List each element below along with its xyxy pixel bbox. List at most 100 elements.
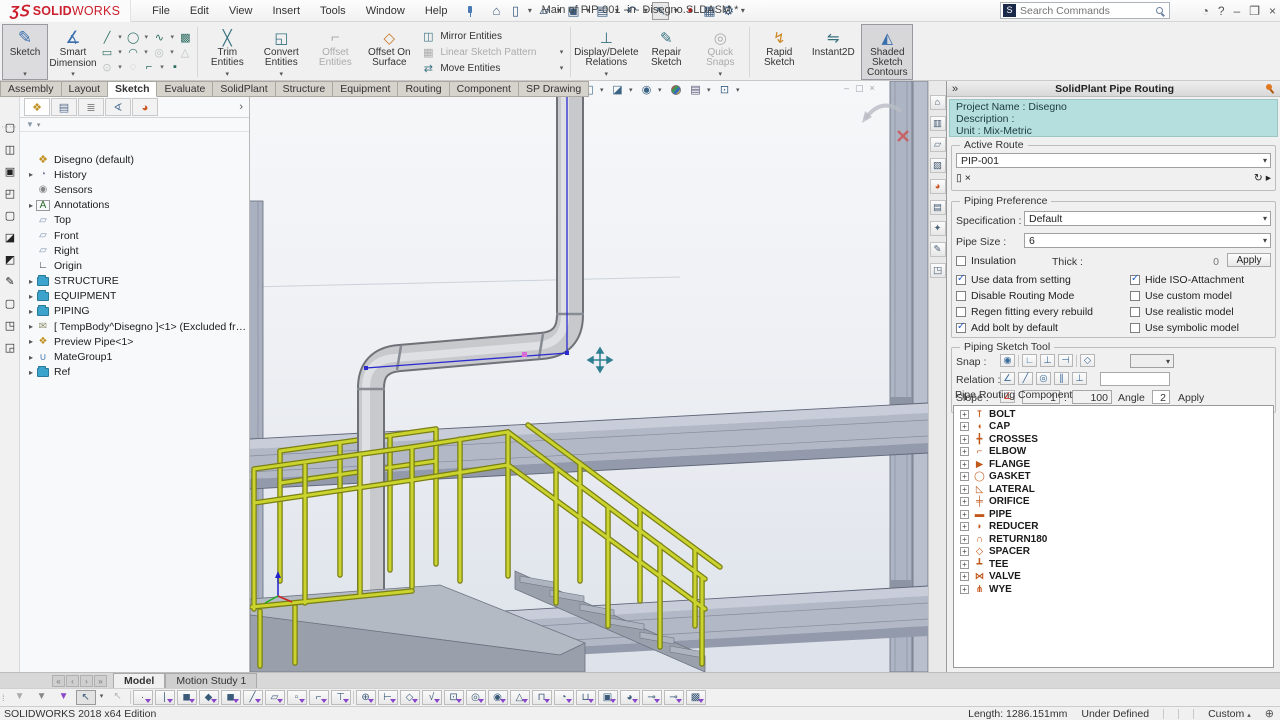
relation-perpendicular-icon[interactable]: ⊥ — [1072, 372, 1087, 385]
view-palette-icon[interactable]: ▧ — [930, 158, 946, 173]
filter-faces-icon[interactable]: ◼ — [177, 690, 197, 705]
rapid-sketch-button[interactable]: ↯ Rapid Sketch — [753, 24, 805, 80]
pin-menu-icon[interactable] — [464, 6, 474, 16]
refresh-route-icon[interactable]: ↻ — [1254, 172, 1263, 184]
caret-icon[interactable]: ▾ — [159, 63, 165, 71]
restore-button[interactable]: ❐ — [1249, 4, 1260, 18]
component-valve[interactable]: +⋈VALVE — [954, 571, 1273, 584]
expand-icon[interactable]: + — [960, 485, 969, 494]
filter-midpoints-icon[interactable]: ⊤ — [331, 690, 351, 705]
relation-value-input[interactable] — [1100, 372, 1170, 386]
show-hidden-icon[interactable]: ◪ — [5, 231, 15, 244]
checkbox[interactable] — [956, 275, 966, 285]
filter-gtol-icon[interactable]: ◉ — [488, 690, 508, 705]
search-input[interactable] — [1018, 4, 1156, 18]
tab-equipment[interactable]: Equipment — [333, 81, 398, 97]
checkbox[interactable] — [956, 291, 966, 301]
caret-icon[interactable]: ▾ — [560, 48, 564, 56]
caret-icon[interactable]: ▾ — [707, 86, 713, 94]
component-pattern-icon[interactable]: ▣ — [5, 165, 15, 178]
delete-route-icon[interactable]: × — [965, 172, 971, 184]
component-pipe[interactable]: +▬PIPE — [954, 508, 1273, 521]
expand-pane-icon[interactable]: › — [239, 101, 243, 113]
component-bolt[interactable]: +⊺BOLT — [954, 408, 1273, 421]
filter-cosmetic-thread-icon[interactable]: ◕ — [620, 690, 640, 705]
tab-configurationmanager-icon[interactable]: ≣ — [78, 98, 104, 116]
design-library-icon[interactable]: ▥ — [930, 116, 946, 131]
close-button[interactable]: × — [1269, 4, 1276, 18]
filter-active-icon[interactable]: ▼ — [54, 690, 74, 705]
tab-solidplant[interactable]: SolidPlant — [213, 81, 275, 97]
slot-icon[interactable]: ⊙ — [101, 61, 113, 74]
tree-item-piping[interactable]: ▸PIPING — [20, 304, 249, 319]
arc-icon[interactable]: ◠ — [127, 46, 139, 59]
expand-icon[interactable]: + — [960, 560, 969, 569]
filter-sketch-points-icon[interactable]: ▫ — [287, 690, 307, 705]
caret-icon[interactable]: ▾ — [658, 86, 664, 94]
tab-structure[interactable]: Structure — [276, 81, 334, 97]
no-external-ref-icon[interactable]: ▢ — [5, 297, 15, 310]
mate-icon[interactable]: ◫ — [5, 143, 15, 156]
tab-routing[interactable]: Routing — [398, 81, 449, 97]
menu-insert[interactable]: Insert — [263, 2, 309, 20]
tree-item-right-plane[interactable]: ▱Right — [20, 243, 249, 258]
tree-item-mategroup[interactable]: ▸∪MateGroup1 — [20, 349, 249, 364]
component-flange[interactable]: +▶FLANGE — [954, 458, 1273, 471]
filter-balloons-icon[interactable]: ◎ — [466, 690, 486, 705]
caret-icon[interactable]: ▾ — [169, 48, 175, 56]
menu-view[interactable]: View — [220, 2, 262, 20]
tab-featuremanager-icon[interactable]: ❖ — [24, 98, 50, 116]
tab-assembly[interactable]: Assembly — [0, 81, 62, 97]
checkbox[interactable] — [1130, 275, 1140, 285]
search-commands[interactable]: S — [1000, 2, 1170, 19]
apply-insulation-button[interactable]: Apply — [1227, 253, 1271, 267]
mirror-entities-button[interactable]: ◫ Mirror Entities — [421, 30, 563, 43]
filter-dowel-icon[interactable]: ▣ — [598, 690, 618, 705]
expand-icon[interactable]: + — [960, 435, 969, 444]
sep-icon[interactable] — [1076, 355, 1077, 367]
active-route-select[interactable]: PIP-001 — [956, 153, 1271, 168]
expand-icon[interactable]: + — [960, 460, 969, 469]
insulation-checkbox[interactable] — [956, 256, 966, 266]
assembly-features-icon[interactable]: ◩ — [5, 253, 15, 266]
smart-fastener-icon[interactable]: ◰ — [5, 187, 15, 200]
forum-icon[interactable]: ◳ — [930, 263, 946, 278]
caret-icon[interactable]: ▾ — [37, 121, 41, 129]
caret-icon[interactable]: ▾ — [117, 48, 123, 56]
caret-icon[interactable]: ▾ — [629, 86, 635, 94]
tab-component[interactable]: Component — [450, 81, 519, 97]
caret-icon[interactable]: ▾ — [600, 86, 606, 94]
specification-select[interactable]: Default — [1024, 211, 1271, 226]
polygon-icon[interactable]: △ — [179, 46, 191, 59]
filter-centerline-icon[interactable]: ⊢ — [378, 690, 398, 705]
pattern-icon[interactable]: ▩ — [179, 31, 191, 44]
shaded-sketch-contours-button[interactable]: ◭ Shaded Sketch Contours — [861, 24, 913, 80]
custom-properties-icon[interactable]: ▤ — [930, 200, 946, 215]
last-tab-icon[interactable]: » — [94, 675, 107, 687]
filter-funnel-icon[interactable]: ▼ — [26, 120, 34, 129]
filter-connection-points-icon[interactable]: ⊸ — [642, 690, 662, 705]
view-settings-icon[interactable]: ⊡ — [716, 82, 733, 97]
caret-icon[interactable]: ▾ — [117, 63, 123, 71]
component-elbow[interactable]: +⌐ELBOW — [954, 446, 1273, 459]
pin-panel-icon[interactable] — [1266, 84, 1275, 93]
filter-datums-icon[interactable]: △ — [510, 690, 530, 705]
component-cap[interactable]: +◖CAP — [954, 421, 1273, 434]
filter-solid-bodies-icon[interactable]: ◼ — [221, 690, 241, 705]
component-lateral[interactable]: +◺LATERAL — [954, 483, 1273, 496]
snap-grid-icon[interactable]: ◇ — [1080, 354, 1095, 367]
snap-point-icon[interactable]: ◉ — [1000, 354, 1015, 367]
smart-dimension-button[interactable]: ∡ Smart Dimension — [50, 24, 96, 80]
trim-entities-button[interactable]: ╳ Trim Entities — [201, 24, 253, 80]
filter-edit-icon[interactable]: ▩ — [686, 690, 706, 705]
toolbox-icon[interactable]: ✦ — [930, 221, 946, 236]
filter-notes-icon[interactable]: ⊡ — [444, 690, 464, 705]
expand-icon[interactable]: + — [960, 585, 969, 594]
menu-help[interactable]: Help — [416, 2, 457, 20]
tab-layout[interactable]: Layout — [62, 81, 109, 97]
checkbox[interactable] — [1130, 323, 1140, 333]
tree-item-top-plane[interactable]: ▱Top — [20, 213, 249, 228]
line-icon[interactable]: ╱ — [101, 31, 113, 44]
tree-item-equipment[interactable]: ▸EQUIPMENT — [20, 289, 249, 304]
checkbox[interactable] — [1130, 307, 1140, 317]
